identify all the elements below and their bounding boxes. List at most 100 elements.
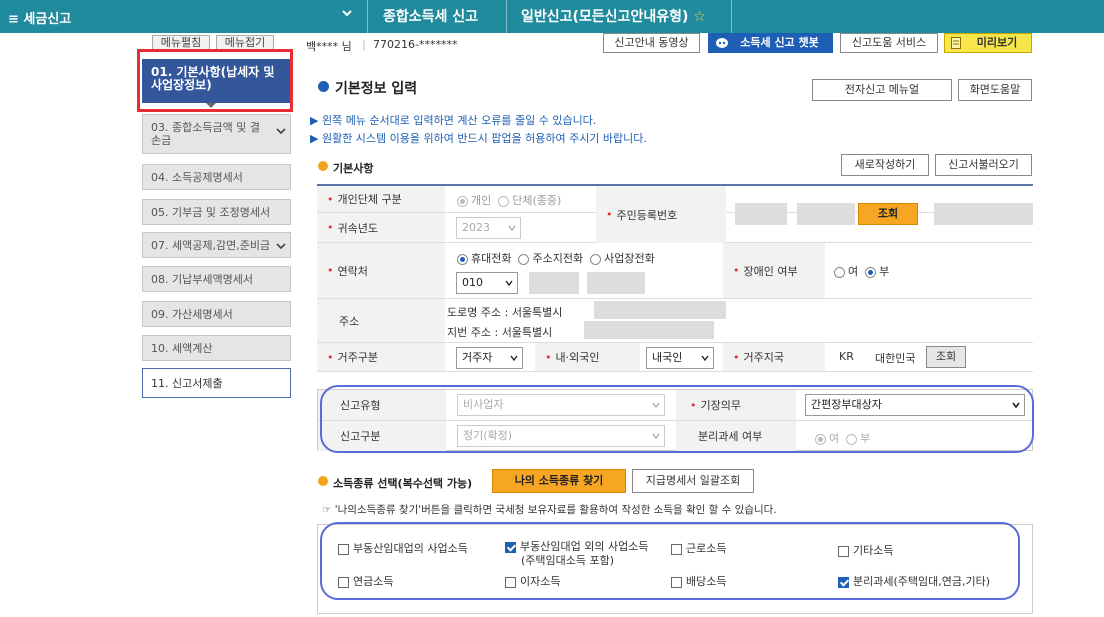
chevron-down-icon[interactable]	[276, 127, 286, 135]
chevron-down-icon[interactable]	[276, 242, 286, 250]
lot-address: 지번 주소 : 서울특별시	[447, 326, 553, 339]
highlight-oval	[320, 385, 1034, 453]
notice-text: ▶ 원활한 시스템 이용을 위하여 반드시 팝업을 허용하여 주시기 바랍니다.	[310, 132, 647, 145]
field-label: • 개인단체 구분	[317, 186, 445, 212]
page-title: 기본정보 입력	[335, 81, 418, 97]
field-label: • 주민등록번호	[596, 186, 726, 243]
form-row: • 연락처 휴대전화 주소지전화 사업장전화 010 • 장애인 여부 여 부	[317, 243, 1033, 299]
highlight-box	[137, 49, 293, 112]
section-title: 소득종류 선택(복수선택 가능)	[333, 477, 473, 490]
field-label: • 거주지국	[723, 343, 825, 371]
divider	[367, 0, 368, 33]
income-hint: ☞ '나의소득종류 찾기'버튼을 클릭하면 국세청 보유자료를 활용하여 작성한…	[322, 504, 777, 516]
find-income-button[interactable]: 나의 소득종류 찾기	[492, 469, 626, 493]
chatbot-label: 소득세 신고 챗봇	[740, 36, 819, 49]
section-title: 기본사항	[333, 162, 374, 175]
field-label: • 거주구분	[317, 343, 445, 371]
address-masked-1	[594, 301, 726, 319]
preview-label: 미리보기	[976, 36, 1018, 49]
sidebar-item-tax-credit[interactable]: 07. 세액공제,감면,준비금	[142, 232, 291, 258]
sidebar-item-submit[interactable]: 11. 신고서제출	[142, 368, 291, 398]
field-label: • 내·외국인	[535, 343, 640, 371]
favorite-star-icon[interactable]: ☆	[693, 9, 706, 25]
notice-text: ▶ 왼쪽 메뉴 순서대로 입력하면 계산 오류를 줄일 수 있습니다.	[310, 114, 597, 127]
sidebar-item-tax-calc[interactable]: 10. 세액계산	[142, 335, 291, 361]
sidebar-item-label: 04. 소득공제명세서	[151, 171, 243, 184]
phone-masked-2	[587, 272, 645, 294]
preview-button[interactable]: 미리보기	[944, 33, 1032, 53]
sidebar-item-label: 11. 신고서제출	[151, 377, 223, 390]
country-name: 대한민국	[875, 352, 916, 365]
chevron-down-icon	[510, 355, 518, 362]
form-row: • 거주구분 거주자 • 내·외국인 내국인 • 거주지국 KR 대한민국 조회	[317, 343, 1033, 372]
sidebar-item-label: 03. 종합소득금액 및 결손금	[151, 121, 260, 147]
road-address: 도로명 주소 : 서울특별시	[447, 306, 563, 319]
field-label: • 장애인 여부	[723, 243, 825, 298]
address-masked-2	[584, 321, 714, 339]
guide-video-button[interactable]: 신고안내 동영상	[603, 33, 700, 53]
new-write-button[interactable]: 새로작성하기	[841, 154, 929, 176]
radio-individual[interactable]	[457, 195, 468, 207]
sidebar-item-deduction[interactable]: 04. 소득공제명세서	[142, 164, 291, 190]
sidebar-item-label: 07. 세액공제,감면,준비금	[151, 239, 271, 252]
year-select[interactable]: 2023	[456, 217, 521, 239]
e-filing-manual-button[interactable]: 전자신고 메뉴얼	[812, 79, 952, 101]
radio-group[interactable]	[498, 195, 510, 207]
document-icon	[951, 37, 961, 49]
chevron-down-icon[interactable]	[341, 7, 353, 19]
field-label: 주소	[317, 299, 445, 342]
sidebar-item-penalty[interactable]: 09. 가산세명세서	[142, 301, 291, 327]
divider	[731, 0, 732, 33]
divider	[506, 0, 507, 33]
sidebar-item-label: 08. 기납부세액명세서	[151, 273, 253, 286]
nationality-select[interactable]: 내국인	[646, 347, 714, 369]
country-lookup-button[interactable]: 조회	[926, 346, 966, 368]
sidebar-item-income[interactable]: 03. 종합소득금액 및 결손금	[142, 114, 291, 154]
disabled-radio-group: 여 부	[834, 263, 889, 279]
sidebar-item-label: 09. 가산세명세서	[151, 308, 233, 321]
basic-info-form: • 개인단체 구분 개인 단체(종중) • 귀속년도 2023 • 주민등록번호 조회…	[317, 184, 1033, 372]
divider: |	[362, 38, 366, 51]
section-bullet-icon	[318, 476, 328, 486]
rrn-masked-2	[797, 203, 855, 225]
rrn-masked-1	[735, 203, 787, 225]
rrn-lookup-button[interactable]: 조회	[858, 203, 918, 225]
form-row: 주소 도로명 주소 : 서울특별시 지번 주소 : 서울특별시	[317, 299, 1033, 343]
phone-prefix-select[interactable]: 010	[456, 272, 518, 294]
residence-select[interactable]: 거주자	[456, 347, 523, 369]
sidebar-item-label: 05. 기부금 및 조정명세서	[151, 206, 271, 219]
chatbot-button[interactable]: 소득세 신고 챗봇	[708, 33, 833, 53]
user-name: 백**** 님	[306, 40, 352, 53]
field-label: • 연락처	[317, 243, 445, 298]
type-radio-group: 개인 단체(종중)	[457, 192, 561, 208]
country-code: KR	[839, 350, 854, 363]
breadcrumb-current: 일반신고(모든신고안내유형) ☆	[521, 9, 706, 25]
radio-business[interactable]	[590, 253, 602, 265]
sidebar-item-donation[interactable]: 05. 기부금 및 조정명세서	[142, 199, 291, 225]
chatbot-icon	[716, 38, 728, 48]
sidebar-item-label: 10. 세액계산	[151, 342, 213, 355]
menu-title[interactable]: ≡ 세금신고	[8, 8, 71, 27]
radio-disabled-yes[interactable]	[834, 266, 845, 278]
chevron-down-icon	[701, 355, 709, 362]
sidebar-item-prepaid-tax[interactable]: 08. 기납부세액명세서	[142, 266, 291, 292]
statements-lookup-button[interactable]: 지급명세서 일괄조회	[632, 469, 754, 493]
phone-masked-1	[529, 272, 579, 294]
highlight-oval	[320, 522, 1020, 600]
load-return-button[interactable]: 신고서불러오기	[935, 154, 1032, 176]
rrn-masked-3	[934, 203, 1033, 225]
chevron-down-icon	[508, 225, 516, 232]
title-bullet-icon	[318, 81, 329, 92]
radio-home[interactable]	[518, 253, 530, 265]
breadcrumb-item[interactable]: 종합소득세 신고	[383, 6, 478, 26]
section-bullet-icon	[318, 161, 328, 171]
help-service-button[interactable]: 신고도움 서비스	[840, 33, 938, 53]
radio-mobile[interactable]	[457, 253, 468, 265]
top-bar: ≡ 세금신고 종합소득세 신고 일반신고(모든신고안내유형) ☆	[0, 0, 1104, 33]
contact-radio-group: 휴대전화 주소지전화 사업장전화	[457, 250, 655, 266]
chevron-down-icon	[505, 280, 513, 287]
field-label: • 귀속년도	[317, 213, 445, 242]
screen-help-button[interactable]: 화면도움말	[958, 79, 1032, 101]
radio-disabled-no[interactable]	[865, 266, 877, 278]
user-id: 770216-*******	[373, 38, 458, 51]
